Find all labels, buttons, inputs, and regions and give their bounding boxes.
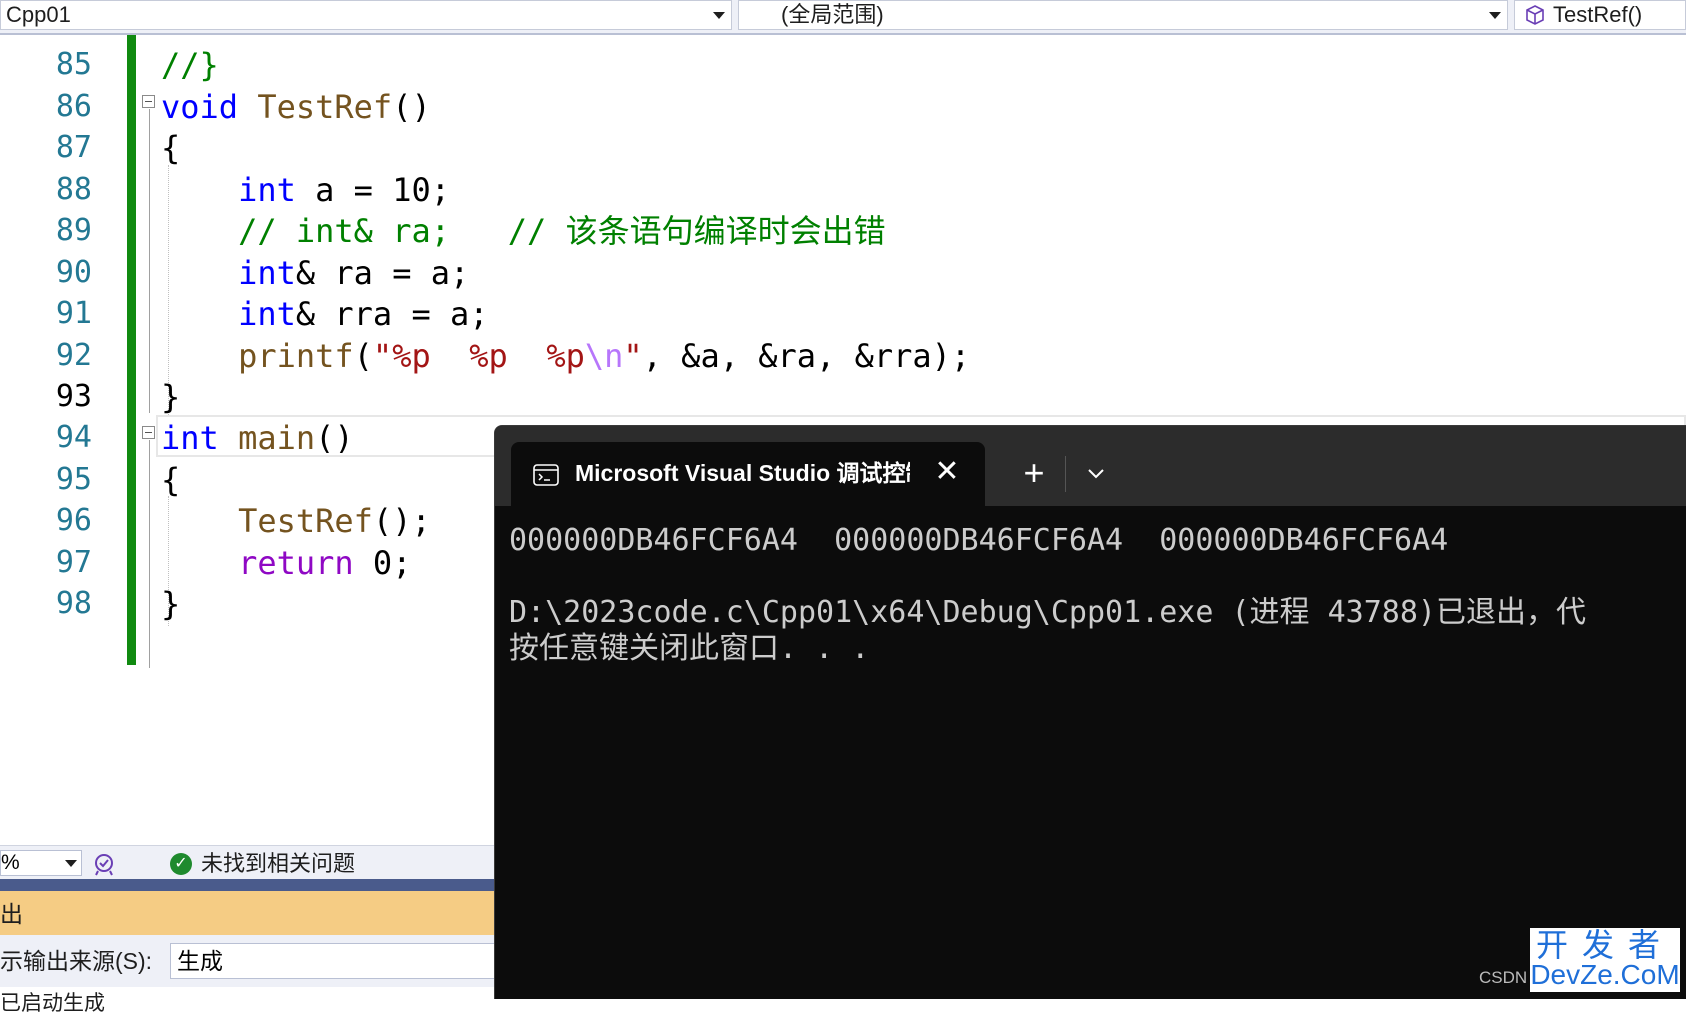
issues-status[interactable]: 未找到相关问题 bbox=[201, 849, 355, 879]
output-panel-border bbox=[0, 879, 495, 891]
code-text: int main() bbox=[161, 419, 354, 457]
member-dropdown[interactable]: TestRef() bbox=[1514, 0, 1686, 30]
csdn-watermark: CSDN bbox=[1479, 968, 1528, 987]
code-text: TestRef(); bbox=[238, 502, 431, 540]
zoom-value: % bbox=[1, 851, 20, 874]
code-line: 87 { bbox=[0, 126, 1686, 170]
code-line: 85 //} bbox=[0, 43, 1686, 87]
terminal-icon bbox=[533, 464, 559, 486]
code-line: 90 int& ra = a; bbox=[0, 251, 1686, 295]
code-text: { bbox=[161, 461, 181, 499]
line-number: 85 bbox=[55, 47, 92, 82]
line-number: 86 bbox=[55, 89, 92, 124]
code-text: } bbox=[161, 378, 181, 416]
code-line: 93 } bbox=[0, 375, 1686, 419]
chevron-down-icon bbox=[1489, 12, 1501, 19]
project-dropdown[interactable]: Cpp01 bbox=[0, 0, 732, 30]
navigation-bar: Cpp01 (全局范围) TestRef() bbox=[0, 0, 1686, 35]
console-tab[interactable]: Microsoft Visual Studio 调试控制台 ✕ bbox=[511, 442, 985, 506]
code-text: // int& ra; // 该条语句编译时会出错 bbox=[161, 212, 886, 250]
code-line: 91 int& rra = a; bbox=[0, 292, 1686, 336]
code-text: printf("%p %p %p\n", &a, &ra, &rra); bbox=[238, 337, 971, 375]
line-number: 91 bbox=[55, 296, 92, 331]
line-number: 95 bbox=[55, 462, 92, 497]
output-panel-title: 出 bbox=[0, 901, 23, 927]
console-line: 按任意键关闭此窗口. . . bbox=[509, 631, 870, 666]
chevron-down-icon bbox=[713, 12, 725, 19]
plus-icon[interactable]: + bbox=[1015, 454, 1053, 492]
tab-separator bbox=[1065, 456, 1066, 492]
editor-status-strip: % ✓ 未找到相关问题 bbox=[0, 845, 495, 880]
project-name: Cpp01 bbox=[6, 2, 71, 27]
code-text: } bbox=[161, 585, 181, 623]
health-icon[interactable] bbox=[92, 852, 116, 876]
line-number: 87 bbox=[55, 130, 92, 165]
code-text: int a = 10; bbox=[238, 171, 450, 209]
code-line: 86 void TestRef() bbox=[0, 85, 1686, 129]
scope-name: (全局范围) bbox=[781, 2, 884, 27]
line-number: 88 bbox=[55, 172, 92, 207]
output-text: 已启动生成 bbox=[0, 992, 105, 1015]
member-name: TestRef() bbox=[1553, 2, 1643, 27]
code-text: int& rra = a; bbox=[238, 295, 489, 333]
line-number: 98 bbox=[55, 586, 92, 621]
logo-text-top: 开发者 bbox=[1535, 927, 1674, 963]
close-icon[interactable]: ✕ bbox=[929, 454, 965, 490]
output-source-select[interactable]: 生成 bbox=[170, 943, 495, 979]
zoom-dropdown[interactable]: % bbox=[0, 850, 82, 876]
console-tab-title: Microsoft Visual Studio 调试控制台 bbox=[575, 460, 910, 486]
code-text: void TestRef() bbox=[161, 88, 431, 126]
output-source-label: 示输出来源(S): bbox=[0, 948, 153, 974]
devze-logo: 开发者 DevZe.CoM bbox=[1530, 928, 1680, 992]
code-text: //} bbox=[161, 46, 219, 84]
logo-text-bottom: DevZe.CoM bbox=[1530, 959, 1680, 990]
code-line: 92 printf("%p %p %p\n", &a, &ra, &rra); bbox=[0, 334, 1686, 378]
line-number: 92 bbox=[55, 338, 92, 373]
console-output: 000000DB46FCF6A4 000000DB46FCF6A4 000000… bbox=[509, 523, 1586, 667]
cube-icon bbox=[1526, 5, 1544, 25]
chevron-down-icon bbox=[65, 860, 77, 867]
scope-dropdown[interactable]: (全局范围) bbox=[738, 0, 1508, 30]
output-panel-header[interactable]: 出 bbox=[0, 891, 495, 935]
line-number: 94 bbox=[55, 420, 92, 455]
line-number: 90 bbox=[55, 255, 92, 290]
line-number: 89 bbox=[55, 213, 92, 248]
code-text: return 0; bbox=[238, 544, 412, 582]
code-text: int& ra = a; bbox=[238, 254, 470, 292]
console-line: 000000DB46FCF6A4 000000DB46FCF6A4 000000… bbox=[509, 523, 1449, 558]
line-number: 93 bbox=[55, 379, 92, 414]
check-icon: ✓ bbox=[170, 853, 192, 875]
code-line: 89 // int& ra; // 该条语句编译时会出错 bbox=[0, 209, 1686, 253]
output-toolbar: 示输出来源(S): 生成 bbox=[0, 935, 495, 987]
console-tab-bar: Microsoft Visual Studio 调试控制台 ✕ + bbox=[495, 426, 1686, 506]
debug-console-window[interactable]: Microsoft Visual Studio 调试控制台 ✕ + 000000… bbox=[494, 425, 1686, 999]
code-line: 88 int a = 10; bbox=[0, 168, 1686, 212]
console-line: D:\2023code.c\Cpp01\x64\Debug\Cpp01.exe … bbox=[509, 595, 1586, 630]
line-number: 96 bbox=[55, 503, 92, 538]
line-number: 97 bbox=[55, 545, 92, 580]
code-text: { bbox=[161, 129, 181, 167]
chevron-down-icon[interactable] bbox=[1077, 454, 1115, 492]
